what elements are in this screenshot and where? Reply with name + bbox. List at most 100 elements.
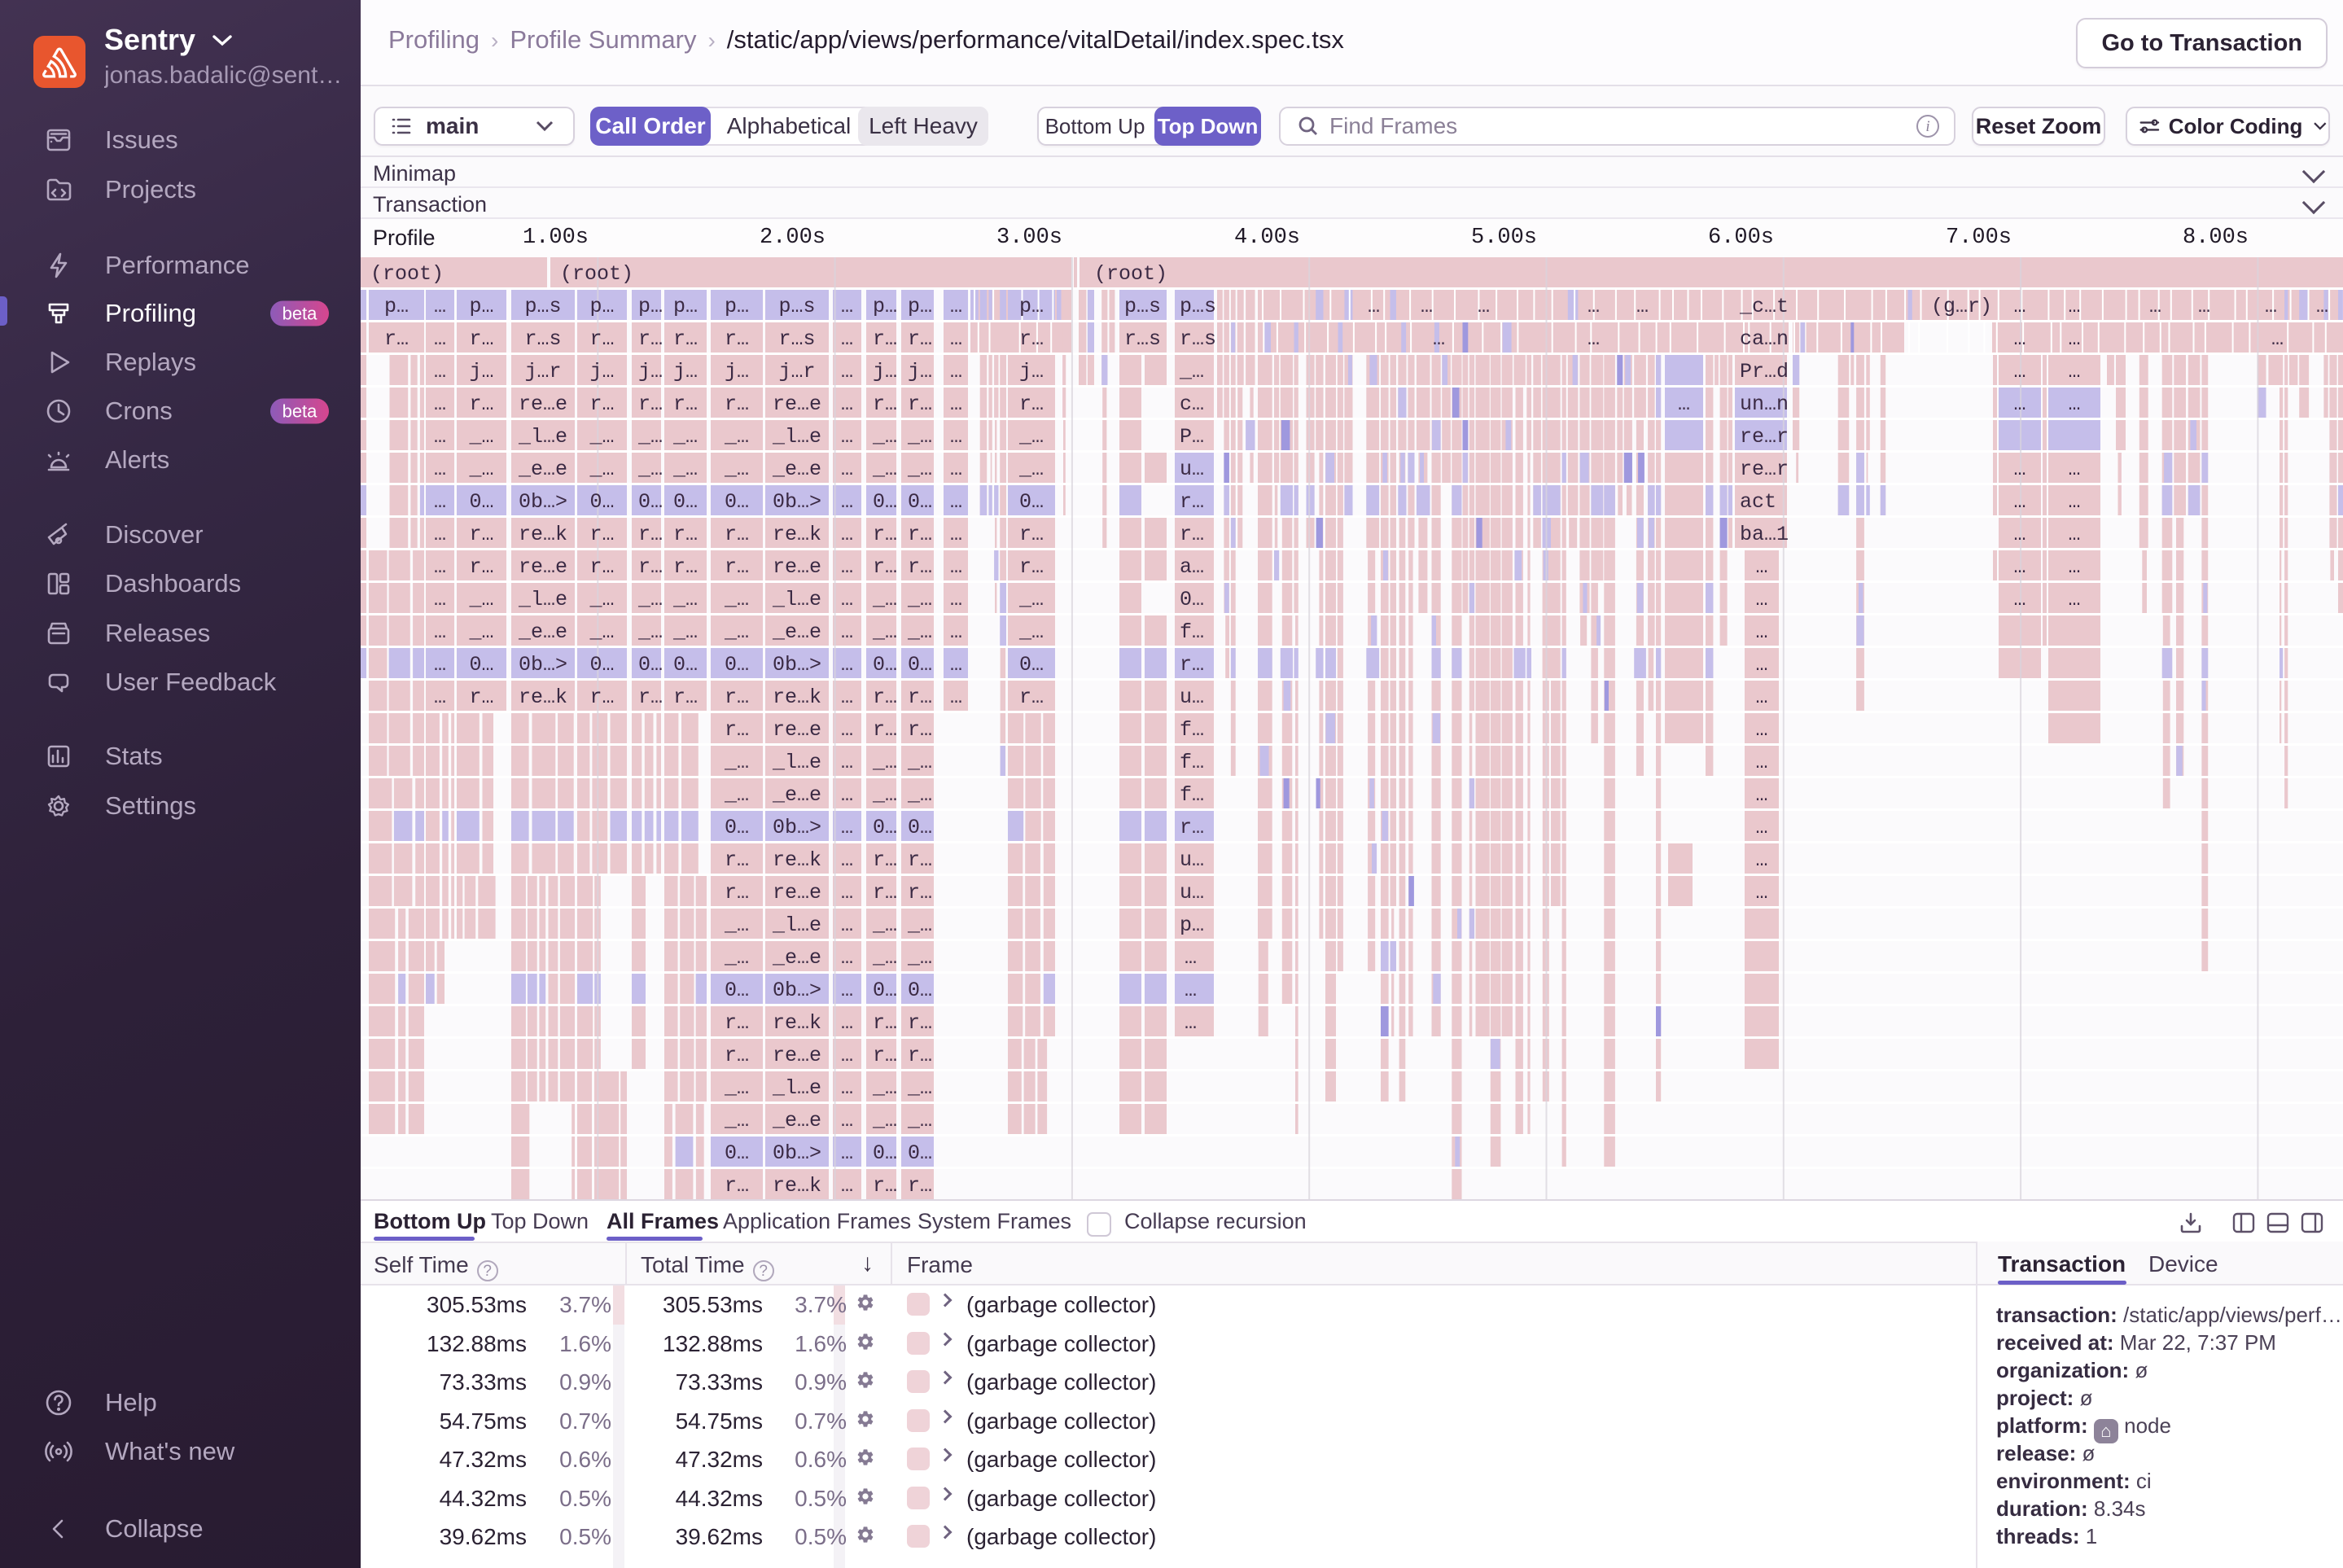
svg-text:…: … bbox=[434, 685, 446, 709]
svg-text:…: … bbox=[841, 1141, 853, 1165]
svg-text:(root): (root) bbox=[560, 262, 633, 286]
svg-text:u…: u… bbox=[1180, 848, 1204, 872]
svg-text:…: … bbox=[434, 490, 446, 514]
svg-text:…: … bbox=[841, 458, 853, 481]
svg-text:…: … bbox=[434, 360, 446, 383]
svg-text:p…s: p…s bbox=[779, 295, 816, 318]
svg-text:(root): (root) bbox=[1094, 262, 1167, 286]
svg-text:…: … bbox=[950, 685, 962, 709]
svg-text:r…: r… bbox=[590, 523, 615, 546]
svg-text:r…: r… bbox=[873, 881, 897, 904]
svg-text:…: … bbox=[434, 392, 446, 416]
svg-text:p…: p… bbox=[873, 295, 897, 318]
svg-text:act: act bbox=[1740, 490, 1776, 514]
svg-text:…: … bbox=[2014, 360, 2026, 383]
svg-text:p…: p… bbox=[725, 295, 749, 318]
svg-text:…: … bbox=[2069, 295, 2081, 318]
svg-text:…: … bbox=[1678, 392, 1690, 416]
svg-text:_…: _… bbox=[1018, 458, 1044, 481]
svg-text:p…: p… bbox=[1180, 913, 1204, 937]
svg-text:p…: p… bbox=[673, 295, 698, 318]
svg-text:_…: _… bbox=[872, 783, 897, 807]
svg-text:…: … bbox=[2069, 588, 2081, 611]
svg-text:…: … bbox=[1756, 751, 1768, 774]
svg-text:re…k: re…k bbox=[519, 685, 567, 709]
svg-text:_…: _… bbox=[637, 425, 663, 449]
svg-text:_…: _… bbox=[724, 913, 749, 937]
svg-text:…: … bbox=[1636, 295, 1649, 318]
svg-text:0…: 0… bbox=[470, 653, 494, 677]
svg-text:_…: _… bbox=[872, 425, 897, 449]
svg-text:…: … bbox=[841, 881, 853, 904]
svg-text:r…: r… bbox=[908, 881, 932, 904]
svg-text:…: … bbox=[434, 523, 446, 546]
svg-text:…: … bbox=[2316, 295, 2328, 318]
svg-text:…: … bbox=[1588, 327, 1600, 351]
svg-text:_…: _… bbox=[672, 588, 698, 611]
svg-text:r…: r… bbox=[1180, 490, 1204, 514]
svg-text:…: … bbox=[841, 1044, 853, 1067]
svg-text:re…e: re…e bbox=[773, 555, 821, 579]
svg-text:r…: r… bbox=[873, 848, 897, 872]
svg-text:0…: 0… bbox=[725, 979, 749, 1002]
svg-text:r…: r… bbox=[673, 523, 698, 546]
svg-text:…: … bbox=[434, 425, 446, 449]
svg-text:r…: r… bbox=[638, 523, 663, 546]
svg-text:…: … bbox=[841, 751, 853, 774]
svg-text:0b…>: 0b…> bbox=[773, 653, 821, 677]
svg-text:re…k: re…k bbox=[773, 685, 821, 709]
svg-text:P…: P… bbox=[1180, 425, 1204, 449]
svg-text:…: … bbox=[2198, 295, 2210, 318]
svg-text:…: … bbox=[841, 523, 853, 546]
svg-text:r…: r… bbox=[590, 685, 615, 709]
svg-text:j…: j… bbox=[590, 360, 615, 383]
svg-text:r…: r… bbox=[908, 523, 932, 546]
svg-text:r…: r… bbox=[908, 327, 932, 351]
svg-text:0b…>: 0b…> bbox=[773, 816, 821, 839]
svg-text:r…: r… bbox=[725, 1174, 749, 1198]
svg-text:0b…>: 0b…> bbox=[519, 653, 567, 677]
svg-text:j…: j… bbox=[470, 360, 494, 383]
svg-text:r…: r… bbox=[873, 555, 897, 579]
svg-text:…: … bbox=[1756, 620, 1768, 644]
svg-text:r…: r… bbox=[725, 1044, 749, 1067]
svg-text:re…k: re…k bbox=[773, 1011, 821, 1035]
svg-text:r…: r… bbox=[908, 848, 932, 872]
svg-text:…: … bbox=[841, 783, 853, 807]
svg-text:r…: r… bbox=[673, 392, 698, 416]
svg-text:r…: r… bbox=[908, 392, 932, 416]
svg-text:re…e: re…e bbox=[773, 392, 821, 416]
svg-text:_l…e: _l…e bbox=[772, 425, 821, 449]
svg-text:r…: r… bbox=[590, 555, 615, 579]
svg-text:_e…e: _e…e bbox=[772, 458, 821, 481]
svg-text:…: … bbox=[950, 458, 962, 481]
svg-text:f…: f… bbox=[1180, 751, 1204, 774]
svg-text:_…: _… bbox=[724, 1076, 749, 1100]
svg-text:…: … bbox=[1368, 295, 1380, 318]
svg-text:…: … bbox=[950, 653, 962, 677]
svg-text:…: … bbox=[1756, 816, 1768, 839]
svg-text:_e…e: _e…e bbox=[772, 783, 821, 807]
svg-text:_…: _… bbox=[589, 458, 615, 481]
svg-text:…: … bbox=[2014, 458, 2026, 481]
svg-text:…: … bbox=[2069, 523, 2081, 546]
svg-text:…: … bbox=[2069, 458, 2081, 481]
svg-text:…: … bbox=[434, 555, 446, 579]
svg-text:_…: _… bbox=[872, 751, 897, 774]
svg-text:_…: _… bbox=[637, 458, 663, 481]
svg-text:_…: _… bbox=[907, 946, 932, 970]
svg-text:_…: _… bbox=[872, 1076, 897, 1100]
svg-text:r…: r… bbox=[725, 327, 749, 351]
svg-text:_…: _… bbox=[724, 620, 749, 644]
svg-text:0…: 0… bbox=[873, 653, 897, 677]
svg-text:_e…e: _e…e bbox=[772, 946, 821, 970]
svg-text:…: … bbox=[841, 392, 853, 416]
svg-text:u…: u… bbox=[1180, 685, 1204, 709]
svg-text:…: … bbox=[841, 1174, 853, 1198]
svg-text:…: … bbox=[434, 653, 446, 677]
svg-text:r…: r… bbox=[725, 718, 749, 742]
svg-text:j…: j… bbox=[873, 360, 897, 383]
svg-text:re…k: re…k bbox=[773, 848, 821, 872]
svg-text:…: … bbox=[1756, 555, 1768, 579]
svg-text:r…: r… bbox=[638, 327, 663, 351]
